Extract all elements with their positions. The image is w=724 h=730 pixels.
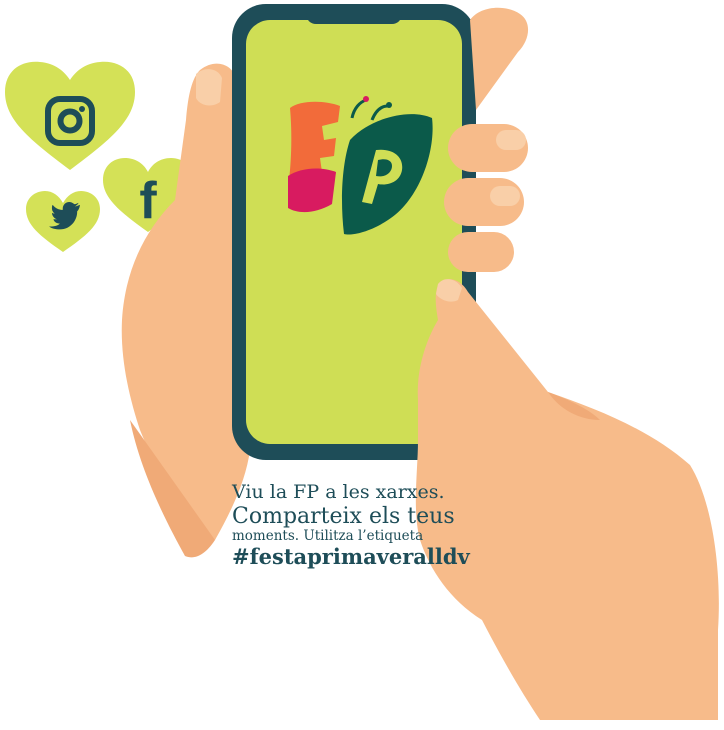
left-thumb-nail: [196, 69, 222, 106]
instagram-heart: [5, 61, 135, 170]
left-hand: [121, 63, 250, 540]
illustration: f: [5, 4, 719, 720]
facebook-icon: f: [139, 172, 157, 230]
twitter-heart: [26, 191, 100, 252]
message-line-2: Comparteix els teus: [232, 503, 455, 529]
phone-notch: [306, 4, 402, 24]
message-line-3: moments. Utilitza l’etiqueta: [232, 528, 424, 545]
message-line-1: Viu la FP a les xarxes.: [232, 481, 445, 503]
message-caption: Viu la FP a les xarxes. Comparteix els t…: [232, 481, 492, 569]
hashtag[interactable]: #festaprimaveralldv: [232, 544, 492, 569]
